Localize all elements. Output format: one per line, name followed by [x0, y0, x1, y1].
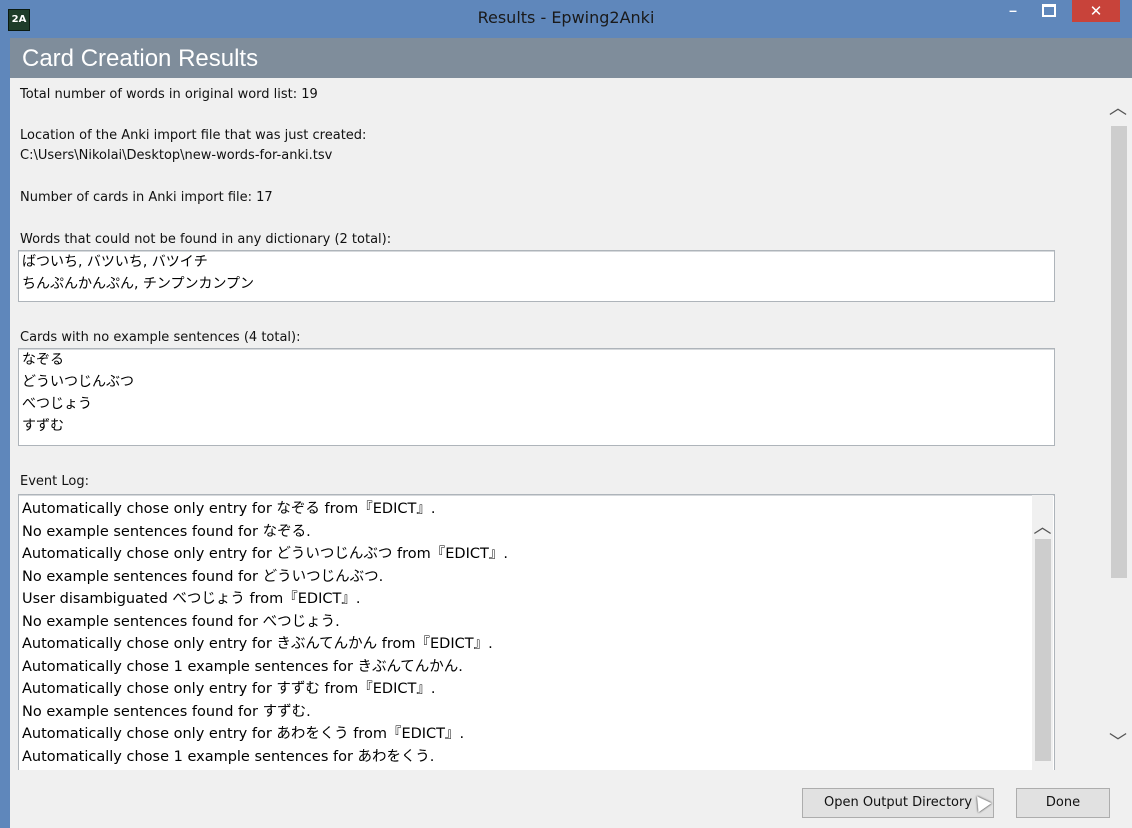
- maximize-button[interactable]: [1034, 0, 1064, 22]
- open-output-directory-button[interactable]: Open Output Directory: [802, 788, 994, 818]
- scroll-up-icon[interactable]: ︿: [1106, 94, 1130, 120]
- log-line: Automatically chose only entry for きぶんてん…: [22, 636, 493, 652]
- scroll-up-icon[interactable]: ︿: [1032, 513, 1053, 539]
- close-icon: ✕: [1089, 2, 1103, 20]
- minimize-icon: –: [1009, 2, 1017, 18]
- list-item: なぞる: [22, 352, 64, 368]
- close-button[interactable]: ✕: [1072, 0, 1120, 22]
- import-location-path: C:\Users\Nikolai\Desktop\new-words-for-a…: [20, 148, 333, 163]
- scrollbar-thumb[interactable]: [1111, 126, 1127, 578]
- event-log-textbox[interactable]: Automatically chose only entry for なぞる f…: [18, 494, 1055, 772]
- scrollbar-thumb[interactable]: [1035, 539, 1051, 761]
- cards-count-text: Number of cards in Anki import file: 17: [20, 190, 273, 205]
- results-window: 2A Results - Epwing2Anki – ✕ Card Creati…: [0, 0, 1132, 828]
- log-line: No example sentences found for どういつじんぶつ.: [22, 568, 384, 585]
- page-title: Card Creation Results: [22, 45, 259, 72]
- event-log-scrollbar[interactable]: ︿: [1032, 495, 1053, 771]
- list-item: ばついち, バツいち, バツイチ: [22, 254, 208, 270]
- log-line: No example sentences found for すずむ.: [22, 703, 311, 720]
- log-line: Automatically chose 1 example sentences …: [22, 658, 463, 675]
- log-line: Automatically chose only entry for あわをくう…: [22, 726, 465, 742]
- header-band: Card Creation Results: [10, 38, 1132, 78]
- list-item: ちんぷんかんぷん, チンプンカンプン: [22, 276, 255, 292]
- list-item: すずむ: [22, 418, 64, 434]
- not-found-label: Words that could not be found in any dic…: [20, 232, 392, 247]
- log-line: Automatically chose only entry for なぞる f…: [22, 501, 436, 517]
- import-location-label: Location of the Anki import file that wa…: [20, 128, 367, 143]
- log-line: Automatically chose 1 example sentences …: [22, 748, 435, 765]
- list-item: べつじょう: [22, 396, 92, 412]
- log-line: No example sentences found for べつじょう.: [22, 613, 340, 630]
- done-button[interactable]: Done: [1016, 788, 1110, 818]
- button-bar: Open Output Directory Done: [10, 770, 1132, 828]
- event-log-label: Event Log:: [20, 474, 89, 489]
- log-line: User disambiguated べつじょう from『EDICT』.: [22, 591, 361, 607]
- main-scrollbar[interactable]: ︿ ﹀: [1106, 78, 1130, 770]
- scroll-down-icon[interactable]: ﹀: [1106, 728, 1130, 754]
- not-found-textbox[interactable]: ばついち, バツいち, バツイチ ちんぷんかんぷん, チンプンカンプン: [18, 250, 1055, 302]
- maximize-icon: [1042, 4, 1056, 17]
- log-line: Automatically chose only entry for すずむ f…: [22, 681, 436, 697]
- content-area: Total number of words in original word l…: [10, 78, 1132, 828]
- log-line: Automatically chose only entry for どういつじ…: [22, 546, 508, 562]
- minimize-button[interactable]: –: [998, 0, 1028, 22]
- total-words-text: Total number of words in original word l…: [20, 87, 318, 102]
- list-item: どういつじんぶつ: [22, 374, 134, 390]
- no-examples-textbox[interactable]: なぞる どういつじんぶつ べつじょう すずむ: [18, 348, 1055, 446]
- log-line: No example sentences found for なぞる.: [22, 523, 311, 540]
- title-bar[interactable]: 2A Results - Epwing2Anki – ✕: [0, 0, 1132, 38]
- no-examples-label: Cards with no example sentences (4 total…: [20, 330, 301, 345]
- window-title: Results - Epwing2Anki: [477, 8, 655, 27]
